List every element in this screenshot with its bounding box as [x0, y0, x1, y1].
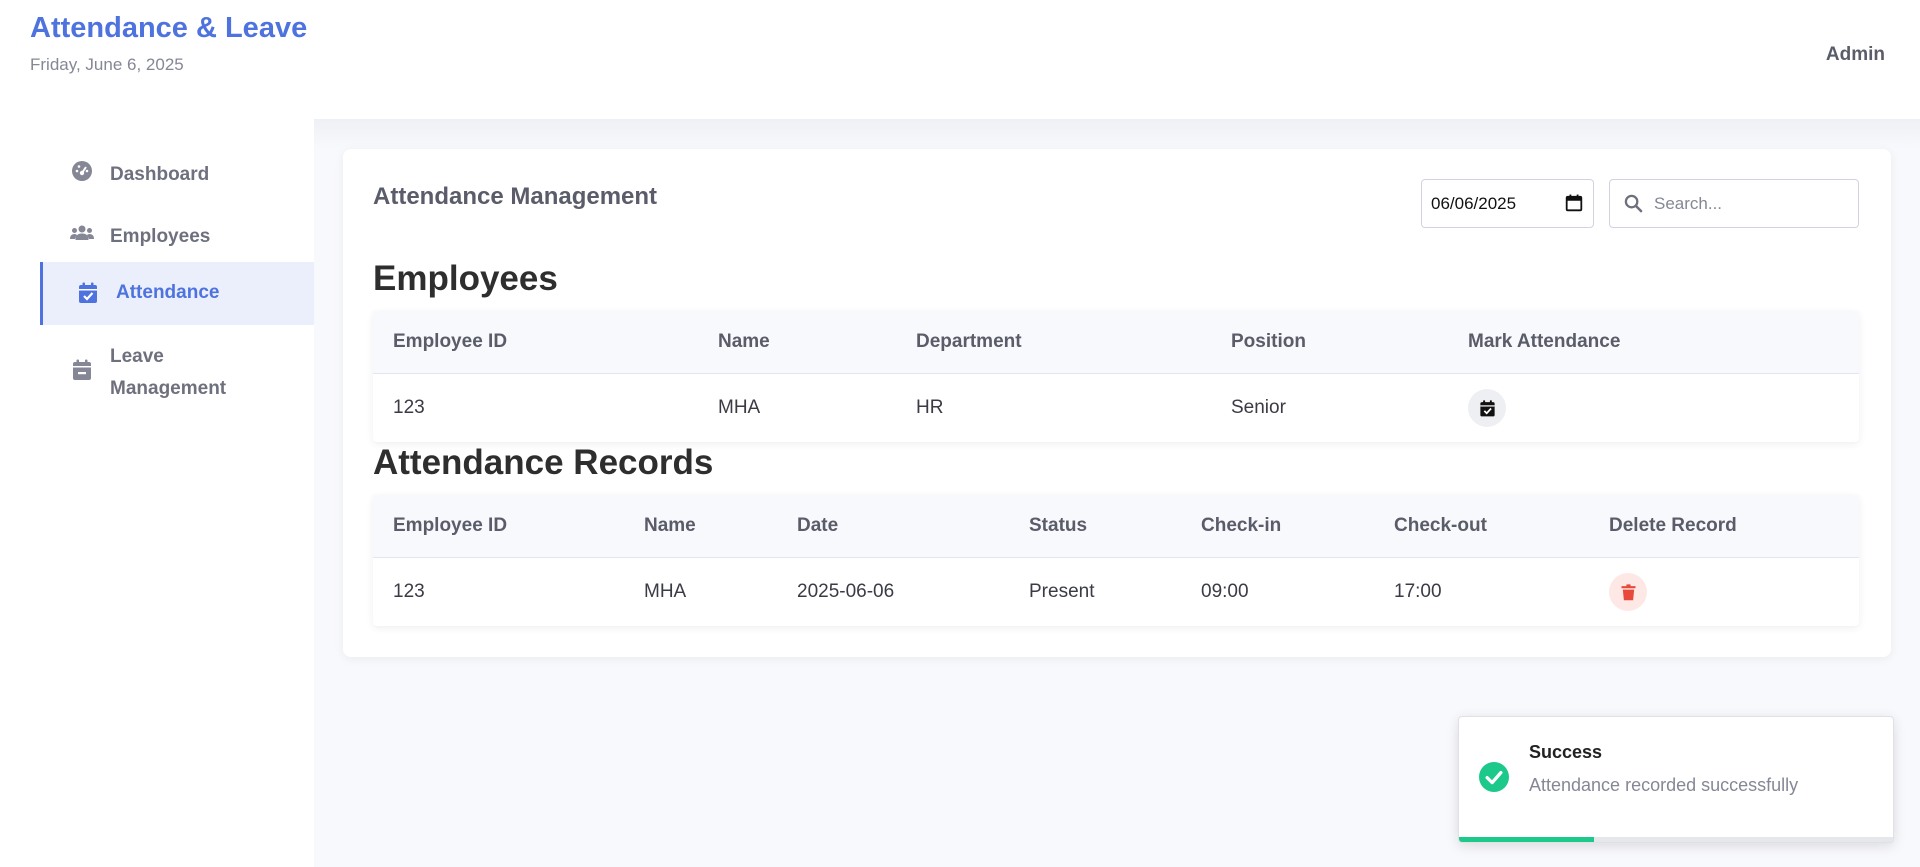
attendance-records-table: Employee ID Name Date Status Check-in Ch…: [373, 495, 1859, 626]
sidebar-item-label: Employees: [110, 226, 211, 247]
calendar-check-icon: [79, 282, 97, 303]
current-date: Friday, June 6, 2025: [30, 55, 184, 74]
success-toast[interactable]: Success Attendance recorded successfully: [1458, 716, 1894, 843]
search-input[interactable]: [1654, 180, 1854, 227]
search-field[interactable]: [1609, 179, 1859, 228]
search-icon: [1624, 194, 1643, 213]
page-title: Attendance Management: [373, 183, 658, 210]
attendance-records-heading: Attendance Records: [373, 443, 714, 482]
record-employee-id: 123: [393, 581, 425, 602]
employees-table: Employee ID Name Department Position Mar…: [373, 311, 1859, 442]
table-row: 123 MHA 2025-06-06 Present 09:00 17:00: [373, 558, 1859, 626]
trash-icon: [1620, 583, 1636, 600]
sidebar-item-label: Dashboard: [110, 164, 210, 185]
column-header[interactable]: Position: [1231, 311, 1306, 373]
users-icon: [70, 225, 94, 240]
calendar-minus-icon: [73, 359, 91, 380]
column-header: Mark Attendance: [1468, 331, 1621, 352]
sidebar-item-label: Leave Management: [110, 346, 227, 399]
attendance-card: Attendance Management 06/06/2025 Employe…: [343, 149, 1891, 657]
column-header[interactable]: Name: [644, 495, 696, 557]
column-header[interactable]: Date: [797, 495, 838, 557]
column-header[interactable]: Status: [1029, 495, 1087, 557]
toast-message: Attendance recorded successfully: [1529, 775, 1799, 795]
employee-name: MHA: [718, 397, 761, 418]
record-check-in: 09:00: [1201, 581, 1249, 602]
table-header: Employee ID Name Department Position Mar…: [373, 311, 1859, 374]
user-menu[interactable]: Admin: [1826, 44, 1885, 66]
calendar-icon[interactable]: [1565, 194, 1583, 212]
dashboard-icon: [72, 161, 92, 181]
employees-heading: Employees: [373, 259, 558, 298]
delete-record-button[interactable]: [1609, 573, 1647, 611]
column-header[interactable]: Check-in: [1201, 495, 1281, 557]
app-title: Attendance & Leave: [30, 12, 308, 44]
sidebar: Dashboard Employees Attendance Leave Man…: [0, 119, 314, 867]
column-header[interactable]: Name: [718, 311, 770, 373]
table-row: 123 MHA HR Senior: [373, 374, 1859, 442]
employee-position: Senior: [1231, 397, 1286, 418]
mark-attendance-button[interactable]: [1468, 389, 1506, 427]
sidebar-item-leave-management[interactable]: Leave Management: [40, 339, 314, 419]
date-value: 06/06/2025: [1431, 193, 1517, 213]
record-date: 2025-06-06: [797, 581, 895, 602]
sidebar-item-attendance[interactable]: Attendance: [40, 262, 314, 325]
calendar-check-icon: [1479, 399, 1495, 416]
column-header: Delete Record: [1609, 515, 1737, 536]
date-picker[interactable]: 06/06/2025: [1421, 179, 1594, 228]
employee-id: 123: [393, 397, 425, 418]
column-header[interactable]: Check-out: [1394, 495, 1487, 557]
check-circle-icon: [1479, 762, 1509, 792]
toast-progress-bar: [1459, 837, 1594, 842]
sidebar-item-label: Attendance: [116, 282, 220, 303]
column-header[interactable]: Department: [916, 311, 1022, 373]
employee-department: HR: [916, 397, 944, 418]
table-header: Employee ID Name Date Status Check-in Ch…: [373, 495, 1859, 558]
sidebar-item-dashboard[interactable]: Dashboard: [40, 151, 314, 199]
column-header[interactable]: Employee ID: [393, 495, 507, 557]
sidebar-item-employees[interactable]: Employees: [40, 213, 314, 261]
app-header: Attendance & Leave Friday, June 6, 2025 …: [0, 0, 1920, 119]
record-check-out: 17:00: [1394, 581, 1442, 602]
column-header[interactable]: Employee ID: [393, 311, 507, 373]
toast-title: Success: [1529, 742, 1603, 762]
record-status: Present: [1029, 581, 1095, 602]
record-name: MHA: [644, 581, 687, 602]
